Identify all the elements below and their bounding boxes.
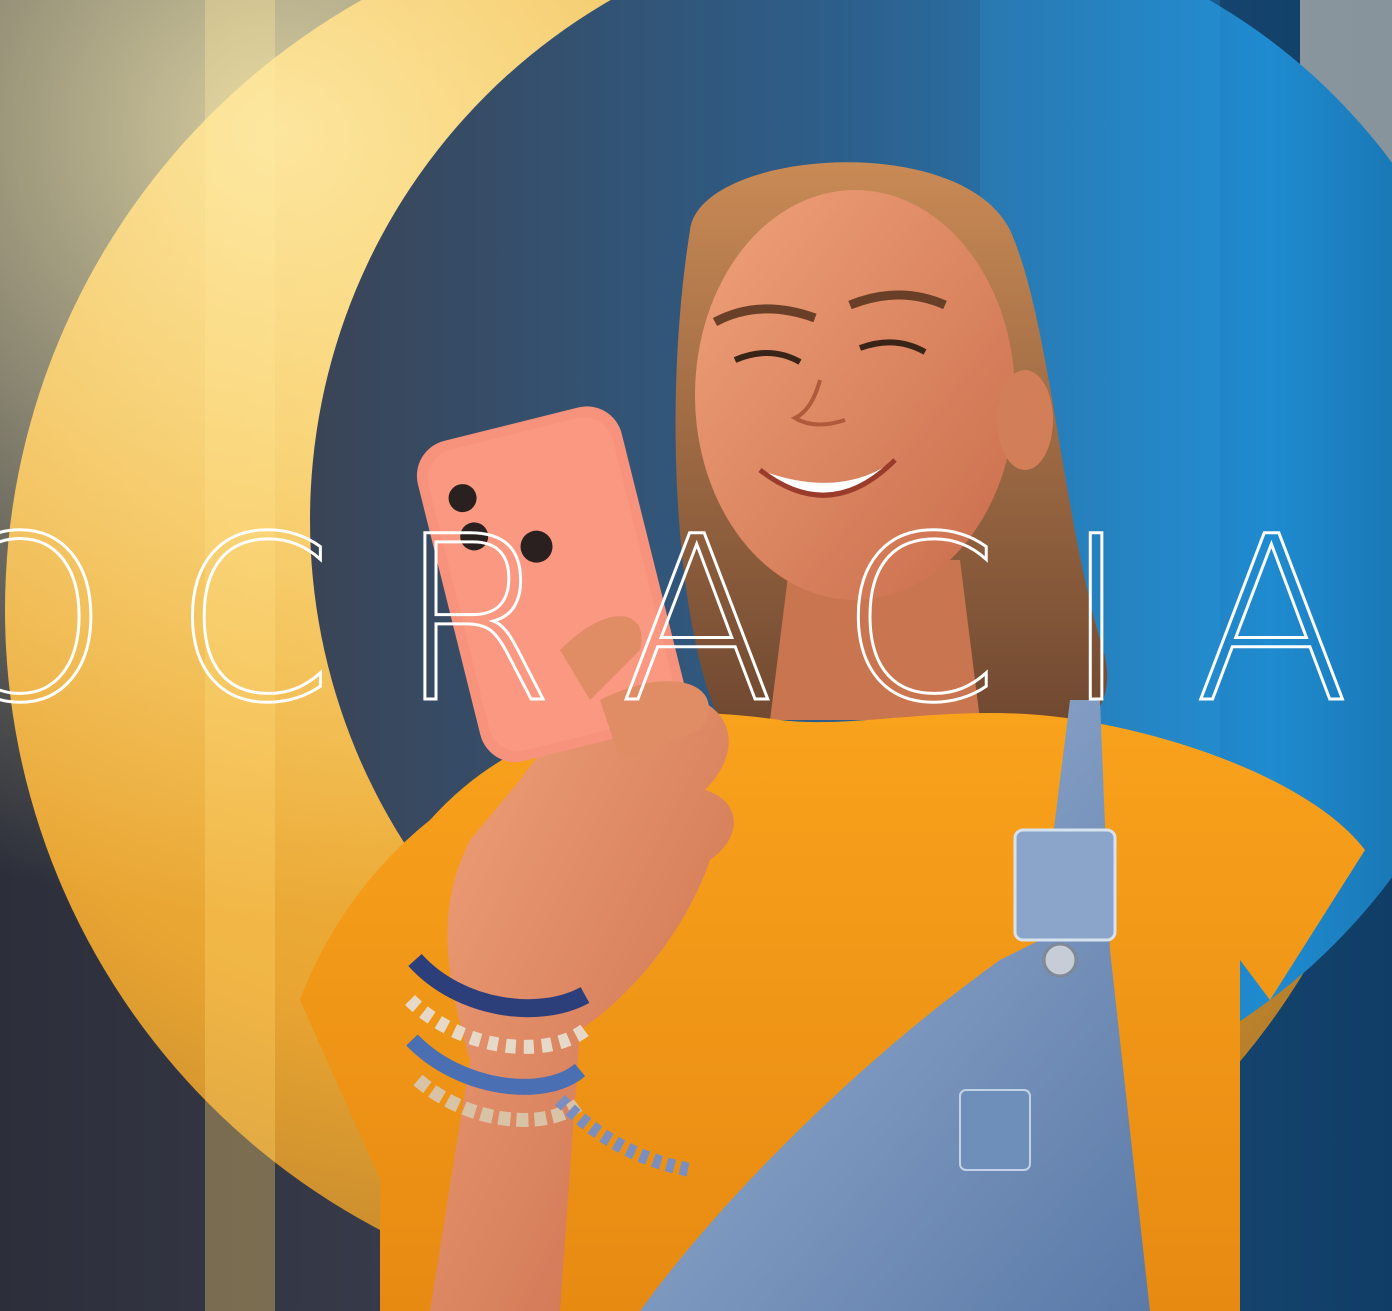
hero-photo xyxy=(0,0,1392,1311)
face xyxy=(695,190,1015,600)
hero-banner: O C R A C I A xyxy=(0,0,1392,1311)
